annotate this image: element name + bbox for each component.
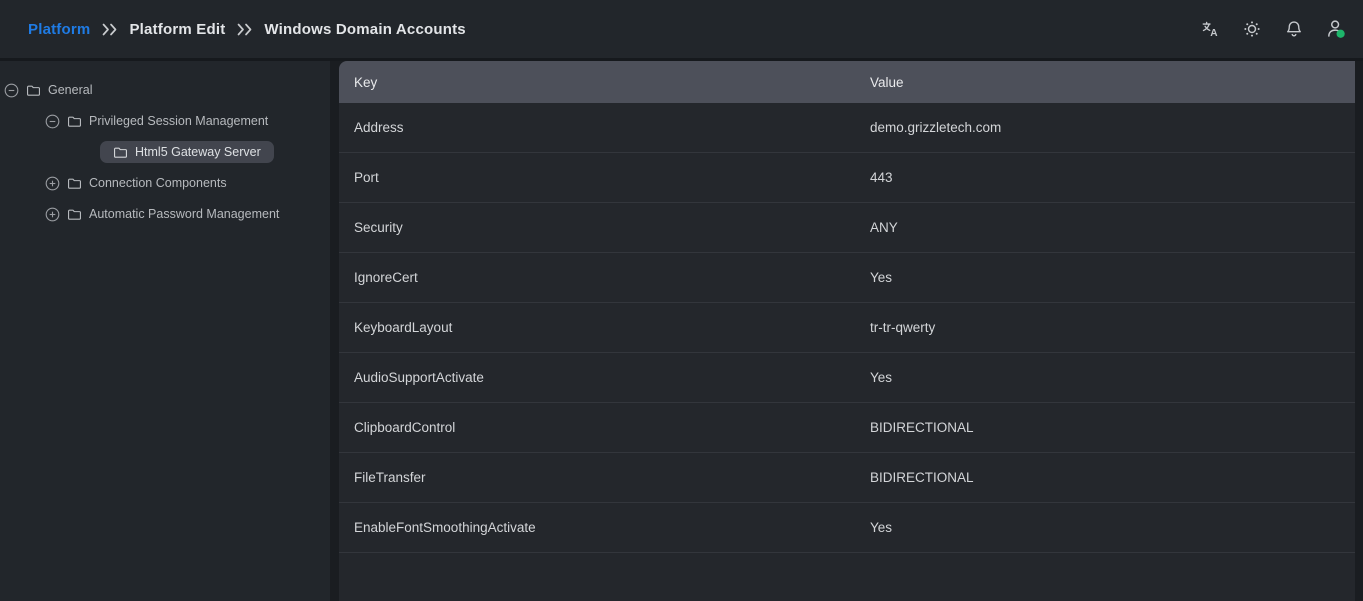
tree-item-automatic-password-management[interactable]: Automatic Password Management bbox=[0, 202, 330, 226]
properties-table: Key Value Address demo.grizzletech.com P… bbox=[339, 61, 1355, 601]
row-key: KeyboardLayout bbox=[339, 320, 870, 335]
selected-tree-item[interactable]: Html5 Gateway Server bbox=[100, 141, 274, 163]
bell-icon[interactable] bbox=[1281, 16, 1307, 42]
row-value: 443 bbox=[870, 170, 1355, 185]
table-row-filetransfer[interactable]: FileTransfer BIDIRECTIONAL bbox=[339, 453, 1355, 503]
breadcrumb-current-page: Windows Domain Accounts bbox=[264, 21, 465, 38]
main-panel: Key Value Address demo.grizzletech.com P… bbox=[339, 61, 1363, 601]
folder-icon bbox=[113, 146, 128, 159]
row-value: BIDIRECTIONAL bbox=[870, 470, 1355, 485]
breadcrumb: Platform Platform Edit Windows Domain Ac… bbox=[28, 21, 466, 38]
tree-item-privileged-session-management[interactable]: Privileged Session Management bbox=[0, 109, 330, 133]
online-status-dot bbox=[1337, 30, 1345, 38]
row-key: AudioSupportActivate bbox=[339, 370, 870, 385]
column-header-key: Key bbox=[339, 75, 870, 90]
table-row-enablefontsmoothingactivate[interactable]: EnableFontSmoothingActivate Yes bbox=[339, 503, 1355, 553]
row-value: Yes bbox=[870, 370, 1355, 385]
table-row-clipboardcontrol[interactable]: ClipboardControl BIDIRECTIONAL bbox=[339, 403, 1355, 453]
expand-plus-icon[interactable] bbox=[45, 176, 60, 191]
user-icon[interactable] bbox=[1323, 16, 1349, 42]
table-empty-area bbox=[339, 553, 1355, 601]
row-key: Port bbox=[339, 170, 870, 185]
collapse-minus-icon[interactable] bbox=[45, 114, 60, 129]
breadcrumb-platform-edit[interactable]: Platform Edit bbox=[129, 21, 225, 38]
table-row-keyboardlayout[interactable]: KeyboardLayout tr-tr-qwerty bbox=[339, 303, 1355, 353]
row-value: tr-tr-qwerty bbox=[870, 320, 1355, 335]
folder-icon bbox=[67, 177, 82, 190]
row-value: Yes bbox=[870, 270, 1355, 285]
table-row-address[interactable]: Address demo.grizzletech.com bbox=[339, 103, 1355, 153]
row-key: ClipboardControl bbox=[339, 420, 870, 435]
row-value: ANY bbox=[870, 220, 1355, 235]
row-key: Security bbox=[339, 220, 870, 235]
svg-text:A: A bbox=[1210, 28, 1218, 38]
row-key: EnableFontSmoothingActivate bbox=[339, 520, 870, 535]
expand-plus-icon[interactable] bbox=[45, 207, 60, 222]
tree-item-label: Automatic Password Management bbox=[89, 207, 279, 221]
header-actions: A bbox=[1197, 16, 1349, 42]
table-row-port[interactable]: Port 443 bbox=[339, 153, 1355, 203]
table-row-ignorecert[interactable]: IgnoreCert Yes bbox=[339, 253, 1355, 303]
folder-icon bbox=[67, 115, 82, 128]
table-row-security[interactable]: Security ANY bbox=[339, 203, 1355, 253]
sidebar-divider bbox=[330, 61, 339, 601]
row-key: Address bbox=[339, 120, 870, 135]
tree-item-label: General bbox=[48, 83, 92, 97]
column-header-value: Value bbox=[870, 75, 1355, 90]
folder-icon bbox=[67, 208, 82, 221]
row-key: FileTransfer bbox=[339, 470, 870, 485]
row-value: demo.grizzletech.com bbox=[870, 120, 1355, 135]
row-value: BIDIRECTIONAL bbox=[870, 420, 1355, 435]
tree-item-label: Connection Components bbox=[89, 176, 227, 190]
breadcrumb-double-chevron-icon bbox=[101, 23, 118, 36]
collapse-minus-icon[interactable] bbox=[4, 83, 19, 98]
tree-item-connection-components[interactable]: Connection Components bbox=[0, 171, 330, 195]
table-header-row: Key Value bbox=[339, 61, 1355, 103]
row-key: IgnoreCert bbox=[339, 270, 870, 285]
tree-item-label: Html5 Gateway Server bbox=[135, 145, 261, 159]
content-area: General Privileged Session Management Ht… bbox=[0, 61, 1363, 601]
tree-item-html5-gateway-server[interactable]: Html5 Gateway Server bbox=[0, 140, 330, 164]
translate-icon[interactable]: A bbox=[1197, 16, 1223, 42]
breadcrumb-platform[interactable]: Platform bbox=[28, 21, 90, 38]
tree-item-general[interactable]: General bbox=[0, 78, 330, 102]
app-root: Platform Platform Edit Windows Domain Ac… bbox=[0, 0, 1363, 601]
folder-icon bbox=[26, 84, 41, 97]
tree-item-label: Privileged Session Management bbox=[89, 114, 268, 128]
tree-sidebar: General Privileged Session Management Ht… bbox=[0, 61, 330, 601]
scrollbar-gutter bbox=[1355, 61, 1363, 601]
table-row-audiosupportactivate[interactable]: AudioSupportActivate Yes bbox=[339, 353, 1355, 403]
row-value: Yes bbox=[870, 520, 1355, 535]
top-header: Platform Platform Edit Windows Domain Ac… bbox=[0, 0, 1363, 61]
brightness-icon[interactable] bbox=[1239, 16, 1265, 42]
breadcrumb-double-chevron-icon bbox=[236, 23, 253, 36]
